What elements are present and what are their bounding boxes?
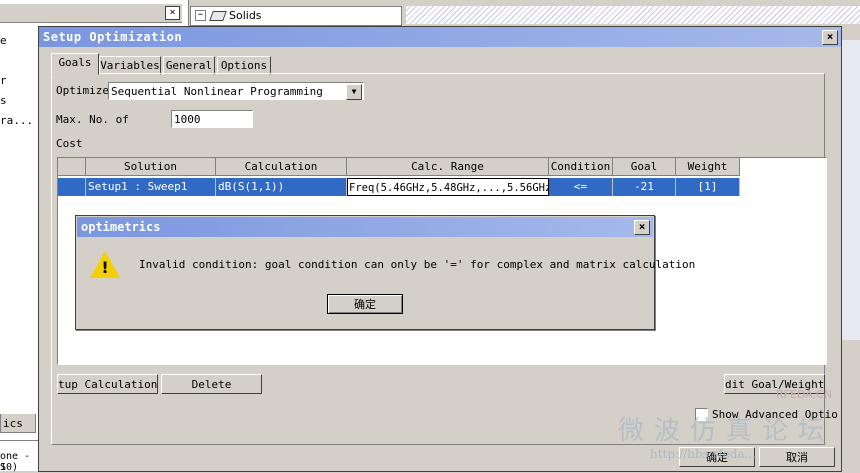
chevron-down-icon[interactable]: ▼ xyxy=(346,84,362,100)
optimizer-select[interactable]: Sequential Nonlinear Programming ▼ xyxy=(108,82,364,100)
cell-condition[interactable]: <= xyxy=(549,178,613,196)
max-iterations-label: Max. No. of xyxy=(56,113,129,126)
solids-icon xyxy=(209,11,227,21)
tab-goals[interactable]: Goals xyxy=(51,53,99,75)
message-close-icon[interactable]: × xyxy=(634,220,650,235)
row-selector[interactable] xyxy=(58,178,86,196)
dialog-titlebar[interactable]: Setup Optimization × xyxy=(39,27,841,47)
cost-label: Cost xyxy=(56,137,83,150)
col-header-condition[interactable]: Condition xyxy=(549,158,613,176)
optimizer-label: Optimizer xyxy=(56,84,108,97)
dialog-close-icon[interactable]: × xyxy=(822,30,838,45)
cell-goal[interactable]: -21 xyxy=(613,178,676,196)
cell-calculation[interactable]: dB(S(1,1)) xyxy=(216,178,347,196)
col-header-solution[interactable]: Solution xyxy=(86,158,216,176)
cancel-button[interactable]: 取消 xyxy=(759,447,835,467)
project-panel-titlebar xyxy=(0,4,182,23)
cell-solution[interactable]: Setup1 : Sweep1 xyxy=(86,178,216,196)
panel-close-icon[interactable]: × xyxy=(165,6,180,20)
tree-solids-label: Solids xyxy=(229,9,262,22)
max-iterations-value: 1000 xyxy=(174,113,201,126)
watermark-title: 微波仿真论坛 xyxy=(618,416,835,446)
message-ok-button[interactable]: 确定 xyxy=(327,294,403,314)
message-line-2: 10) xyxy=(0,462,19,473)
max-iterations-input[interactable]: 1000 xyxy=(171,110,253,128)
optimetrics-message-box: optimetrics × ! Invalid condition: goal … xyxy=(75,215,695,330)
modeler-viewport[interactable] xyxy=(406,6,860,24)
cell-weight[interactable]: [1] xyxy=(676,178,740,196)
warning-exclamation: ! xyxy=(101,258,109,277)
optimizer-value: Sequential Nonlinear Programming xyxy=(111,85,323,98)
dialog-title: Setup Optimization xyxy=(43,30,183,44)
row-header-corner xyxy=(58,158,86,176)
cell-calc-range[interactable]: Freq(5.46GHz,5.48GHz,...,5.56GHz) xyxy=(347,178,549,196)
left-item-4[interactable]: ra... xyxy=(0,114,33,127)
left-item-3[interactable]: s xyxy=(0,94,7,107)
model-tree-row[interactable]: − Solids xyxy=(190,6,402,26)
message-box-title: optimetrics xyxy=(81,220,161,234)
left-bottom-tab[interactable]: ics xyxy=(0,414,36,433)
watermark-brand: RFEDA.CN xyxy=(776,388,832,401)
col-header-calc-range[interactable]: Calc. Range xyxy=(347,158,549,176)
message-panel: one - S 10) xyxy=(0,440,40,473)
delete-button[interactable]: Delete xyxy=(161,374,262,394)
left-item-2[interactable]: r xyxy=(0,74,7,87)
col-header-weight[interactable]: Weight xyxy=(676,158,740,176)
col-header-goal[interactable]: Goal xyxy=(613,158,676,176)
watermark-url: http://bbs.rfeda... xyxy=(650,447,757,461)
setup-calculations-button[interactable]: tup Calculations... xyxy=(57,374,158,394)
message-text: Invalid condition: goal condition can on… xyxy=(139,258,696,271)
collapse-icon[interactable]: − xyxy=(195,10,206,21)
col-header-calculation[interactable]: Calculation xyxy=(216,158,347,176)
message-box-titlebar[interactable]: optimetrics × xyxy=(77,217,653,237)
left-item-1[interactable]: e xyxy=(0,34,7,47)
